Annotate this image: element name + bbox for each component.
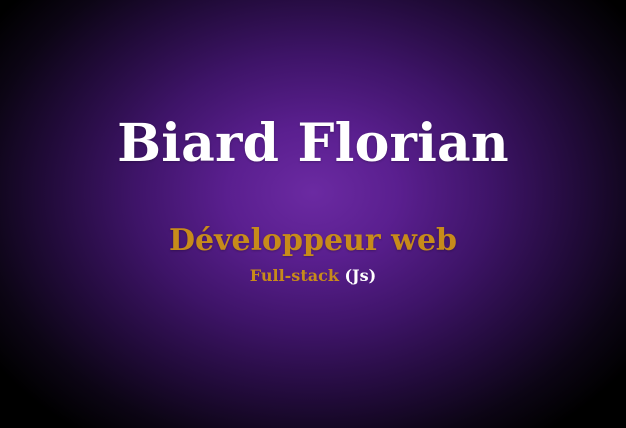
hero-section: Biard Florian Développeur web Full-stack… — [0, 0, 626, 428]
job-title: Développeur web — [168, 223, 458, 258]
profile-name: Biard Florian — [117, 113, 509, 174]
stack-qualifier: (Js) — [344, 266, 377, 285]
stack-line: Full-stack (Js) — [0, 268, 626, 284]
stack-label: Full-stack — [249, 266, 339, 285]
